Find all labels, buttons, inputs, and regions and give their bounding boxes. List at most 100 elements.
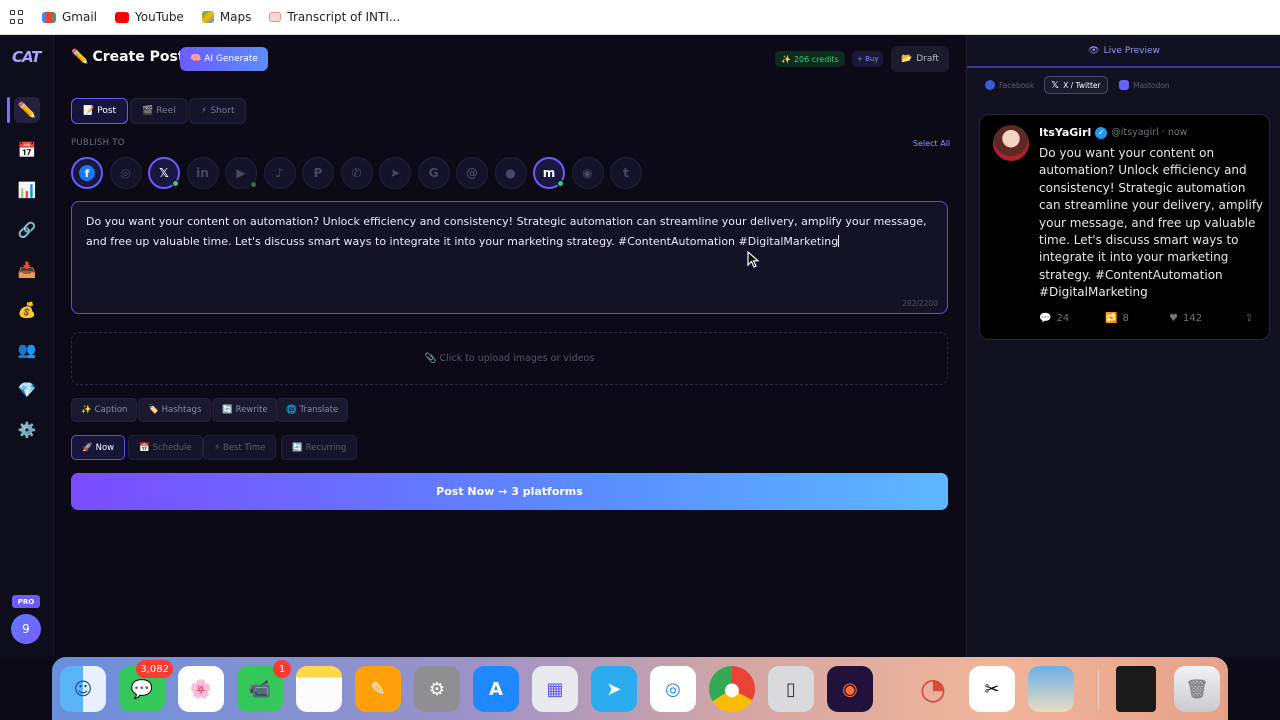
- tumblr-icon: t: [623, 166, 629, 180]
- chart-icon[interactable]: 📊: [14, 177, 40, 203]
- platform-discord[interactable]: ◉: [571, 157, 604, 189]
- post-now-button[interactable]: Post Now → 3 platforms: [71, 473, 948, 510]
- bookmark-transcript[interactable]: Transcript of INTI...: [269, 10, 400, 24]
- schedule-best-time[interactable]: ⚡ Best Time: [203, 435, 277, 460]
- tab-short[interactable]: ⚡ Short: [189, 98, 247, 124]
- gear-icon[interactable]: ⚙️: [14, 417, 40, 443]
- screen-recorder-icon[interactable]: ◔: [910, 666, 956, 712]
- avatar[interactable]: 9: [11, 614, 41, 644]
- memo-icon: 📝: [83, 106, 95, 116]
- like-action: ♥ 142: [1169, 313, 1202, 324]
- facetime-icon[interactable]: 📹 1: [237, 660, 291, 712]
- preview-tab-mastodon[interactable]: Mastodon: [1113, 76, 1176, 94]
- launchpad-icon[interactable]: ▦: [532, 666, 578, 712]
- select-all-link[interactable]: Select All: [913, 139, 950, 148]
- linkedin-icon: in: [196, 166, 209, 180]
- platform-tiktok[interactable]: ♪: [263, 157, 296, 189]
- platform-threads[interactable]: @: [456, 157, 488, 189]
- maps-icon: [201, 11, 214, 23]
- platform-mastodon[interactable]: m: [533, 157, 565, 189]
- inbox-icon[interactable]: 📥: [14, 257, 40, 283]
- platform-youtube[interactable]: ▶: [225, 157, 257, 189]
- ai-generate-button[interactable]: 🧠 AI Generate: [180, 47, 268, 71]
- platform-linkedin[interactable]: in: [186, 157, 219, 189]
- platform-tumblr[interactable]: t: [610, 157, 642, 189]
- retweet-icon: 🔁: [1105, 313, 1118, 324]
- platform-reddit[interactable]: ●: [494, 157, 527, 189]
- facebook-icon: f: [79, 165, 95, 181]
- apps-grid-icon[interactable]: [10, 10, 24, 24]
- chrome-icon[interactable]: ●: [709, 666, 755, 712]
- schedule-later[interactable]: 📅 Schedule: [128, 435, 203, 460]
- connected-indicator: [172, 180, 179, 187]
- schedule-label: Best Time: [222, 442, 266, 453]
- repeat-icon: 🔄: [292, 442, 303, 453]
- youtube-icon: [115, 11, 130, 23]
- app-logo[interactable]: CAT: [12, 48, 41, 66]
- iphone-mirroring-icon[interactable]: ▯: [768, 666, 814, 712]
- bookmark-label: Transcript of INTI...: [287, 10, 401, 24]
- bookmark-maps[interactable]: Maps: [201, 10, 251, 24]
- bookmark-label: Gmail: [62, 10, 98, 24]
- money-bag-icon[interactable]: 💰: [14, 297, 40, 323]
- character-counter: 282/2200: [902, 299, 938, 308]
- preview-icon[interactable]: [1028, 666, 1074, 712]
- brain-icon: 🧠: [190, 54, 202, 64]
- mastodon-icon: [1119, 80, 1129, 90]
- app-store-icon[interactable]: A: [473, 666, 519, 712]
- rewrite-button[interactable]: 🔄 Rewrite: [212, 398, 278, 422]
- link-icon[interactable]: 🔗: [14, 217, 40, 243]
- tab-label: Short: [210, 106, 235, 116]
- preview-tab-label: Mastodon: [1133, 80, 1170, 90]
- downloads-stack-icon[interactable]: [1116, 666, 1156, 712]
- buy-button[interactable]: + Buy: [852, 51, 884, 67]
- platform-facebook[interactable]: f: [71, 157, 103, 189]
- caption-button[interactable]: ✨ Caption: [71, 398, 138, 422]
- messages-icon[interactable]: 💬 3,082: [119, 660, 173, 712]
- schedule-now[interactable]: 🚀 Now: [71, 435, 126, 460]
- gem-icon[interactable]: 💎: [14, 377, 40, 403]
- platform-telegram[interactable]: ➤: [379, 157, 411, 189]
- doc-icon: [269, 12, 282, 22]
- tool-label: Hashtags: [161, 405, 202, 415]
- safari-icon[interactable]: ◎: [650, 666, 696, 712]
- facetime-badge: 1: [273, 660, 291, 678]
- upload-dropzone[interactable]: 📎 Click to upload images or videos: [71, 332, 948, 385]
- tab-post[interactable]: 📝 Post: [71, 98, 129, 124]
- post-editor[interactable]: Do you want your content on automation? …: [71, 201, 948, 314]
- preview-tab-label: Facebook: [999, 80, 1035, 90]
- bookmark-gmail[interactable]: Gmail: [42, 10, 97, 24]
- hashtags-button[interactable]: 🏷️ Hashtags: [138, 398, 212, 422]
- globe-icon: 🌐: [286, 405, 297, 415]
- pages-icon[interactable]: ✎: [355, 666, 401, 712]
- finder-icon[interactable]: ☺: [60, 666, 106, 712]
- preview-tab-x[interactable]: 𝕏 X / Twitter: [1044, 76, 1108, 94]
- post-text[interactable]: Do you want your content on automation? …: [86, 212, 933, 252]
- capcut-icon[interactable]: ✂: [969, 666, 1015, 712]
- bookmark-youtube[interactable]: YouTube: [115, 10, 184, 24]
- telegram-icon[interactable]: ➤: [591, 666, 637, 712]
- notes-icon[interactable]: [296, 666, 342, 712]
- platform-whatsapp[interactable]: ✆: [340, 157, 373, 189]
- create-post-panel: ✏️ Create Post 🧠 AI Generate ✨ 206 credi…: [55, 35, 965, 657]
- translate-button[interactable]: 🌐 Translate: [276, 398, 349, 422]
- calendar-icon[interactable]: 📅: [14, 137, 40, 163]
- system-settings-icon[interactable]: ⚙: [414, 666, 460, 712]
- mastodon-icon: m: [542, 166, 556, 180]
- firefox-icon[interactable]: ◉: [827, 666, 873, 712]
- schedule-recurring[interactable]: 🔄 Recurring: [281, 435, 358, 460]
- platform-pinterest[interactable]: P: [302, 157, 334, 189]
- preview-tab-facebook[interactable]: Facebook: [979, 76, 1040, 94]
- photos-icon[interactable]: 🌸: [178, 666, 224, 712]
- page-title: ✏️ Create Post: [71, 49, 185, 65]
- pencil-icon[interactable]: ✏️: [14, 97, 40, 123]
- platform-google[interactable]: G: [417, 157, 450, 189]
- schedule-label: Now: [95, 442, 115, 453]
- users-icon[interactable]: 👥: [14, 337, 40, 363]
- draft-button[interactable]: 📂 Draft: [891, 46, 949, 72]
- trash-icon[interactable]: 🗑: [1174, 666, 1220, 712]
- tab-label: Post: [97, 106, 117, 116]
- tab-reel[interactable]: 🎬 Reel: [130, 98, 188, 124]
- platform-x-twitter[interactable]: 𝕏: [148, 157, 180, 189]
- platform-instagram[interactable]: ◎: [109, 157, 142, 189]
